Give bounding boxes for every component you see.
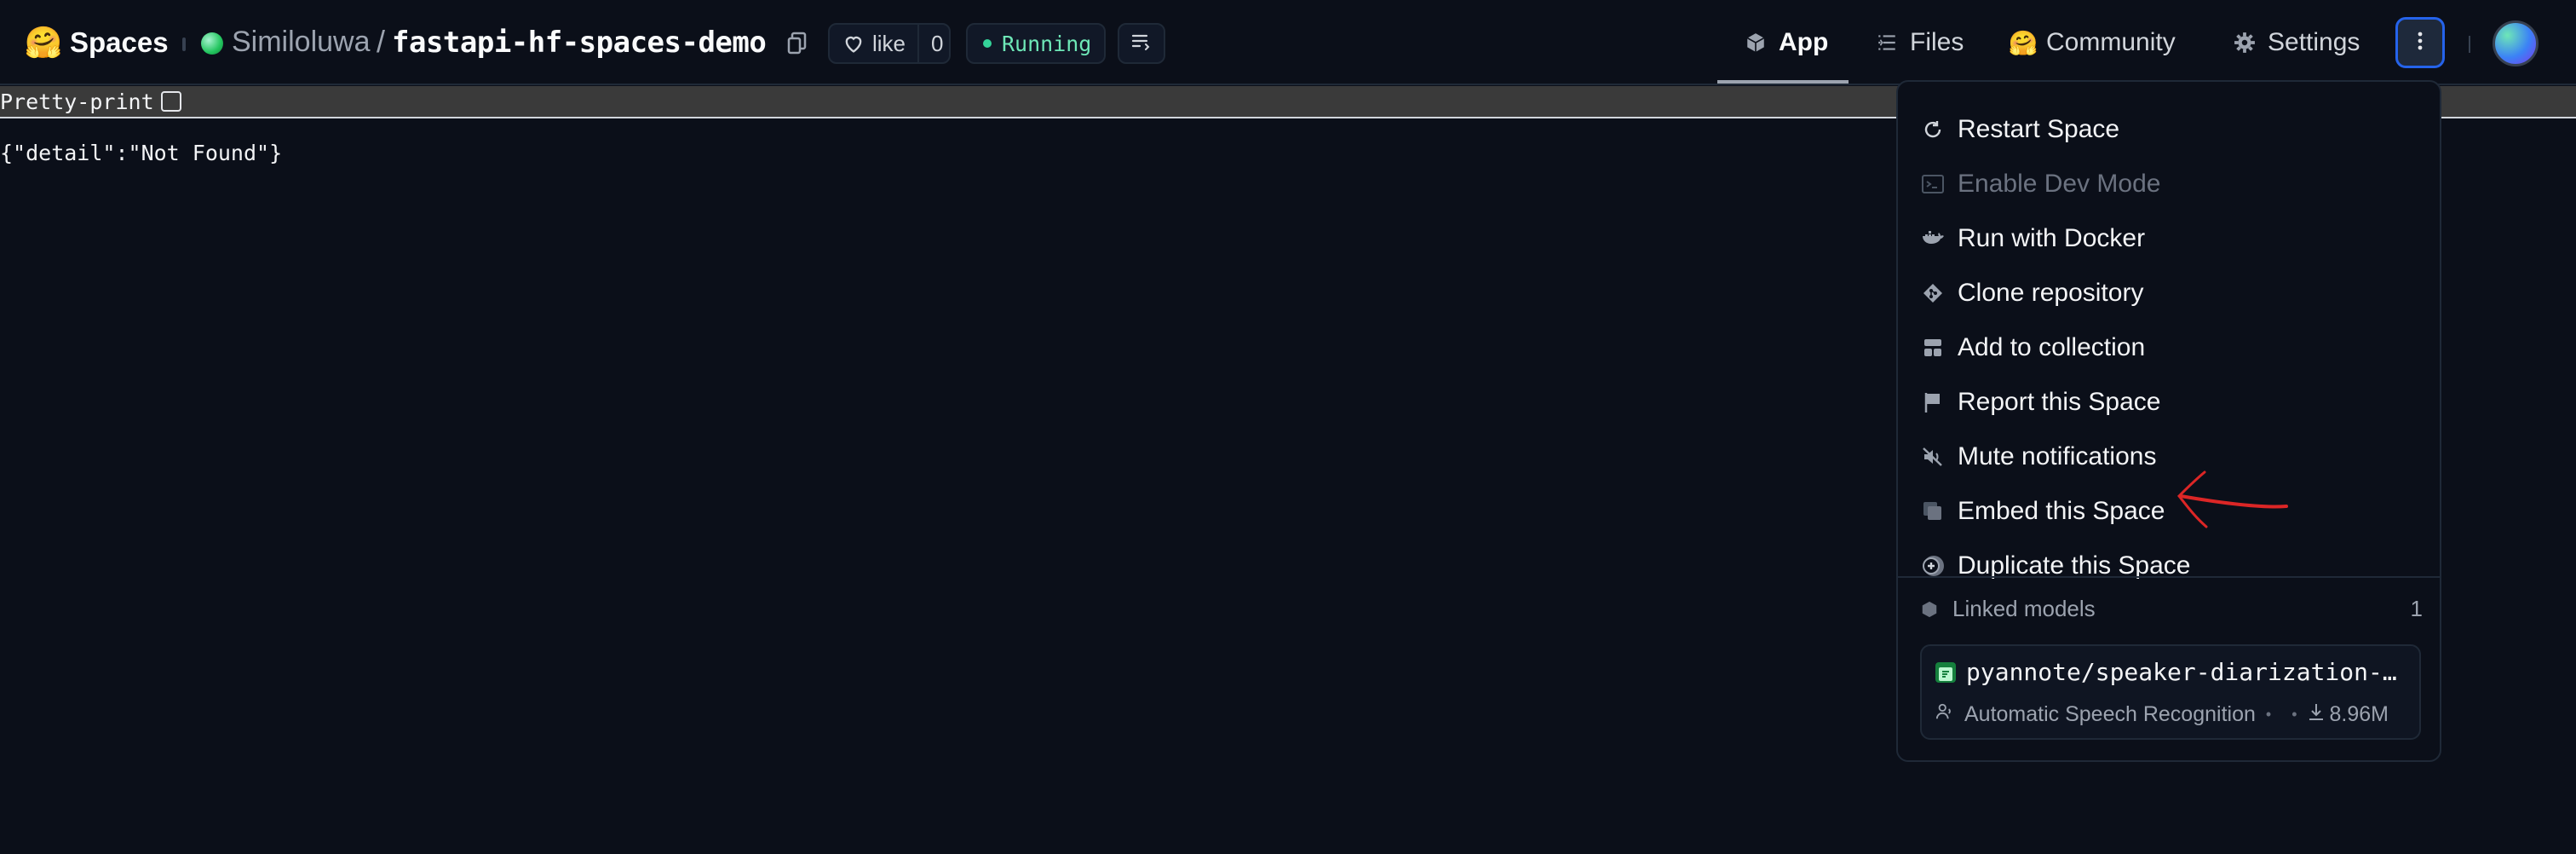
menu-divider [1898,576,2440,578]
menu-item-label: Restart Space [1958,115,2120,143]
pretty-print-checkbox[interactable] [160,91,181,112]
linked-models-label: Linked models [1952,595,2096,621]
mute-icon [1920,444,1946,470]
menu-item-enable-dev-mode: Enable Dev Mode [1898,159,2440,210]
menu-item-duplicate-this-space[interactable]: Duplicate this Space [1898,540,2440,591]
brand-title: Spaces [70,26,169,58]
user-avatar[interactable] [2493,20,2539,66]
menu-item-label: Mute notifications [1958,442,2157,470]
menu-item-label: Embed this Space [1958,497,2165,525]
tab-files-label: Files [1910,28,1964,56]
tab-settings[interactable]: Settings [2232,26,2360,60]
flag-icon [1920,389,1946,415]
task-icon [1935,702,1954,727]
owner-avatar[interactable] [201,32,223,55]
tab-community-label: Community [2046,28,2176,56]
terminal-icon [1920,171,1946,197]
menu-item-mute-notifications[interactable]: Mute notifications [1898,431,2440,482]
status-dot-icon [983,39,992,48]
model-name-row: pyannote/speaker-diarization-… [1935,658,2412,686]
heart-icon [842,32,865,55]
files-icon [1874,30,1900,55]
tab-app-label: App [1779,28,1829,56]
restart-icon [1920,117,1946,142]
like-button[interactable]: like 0 [828,23,951,64]
repo-name-link[interactable]: fastapi-hf-spaces-demo [392,26,767,60]
menu-item-embed-this-space[interactable]: Embed this Space [1898,486,2440,537]
json-response: {"detail":"Not Found"} [0,141,283,165]
meta-separator: • [2291,706,2297,723]
top-header: 🤗 Spaces Similoluwa / fastapi-hf-spaces-… [0,0,2576,85]
model-downloads: 8.96M [2329,702,2389,726]
menu-item-label: Report this Space [1958,388,2161,416]
path-separator: / [377,24,386,59]
logs-icon [1131,33,1152,55]
linked-model-card[interactable]: pyannote/speaker-diarization-… Automatic… [1920,644,2421,740]
menu-item-label: Add to collection [1958,333,2146,361]
menu-item-restart-space[interactable]: Restart Space [1898,104,2440,155]
pretty-print-label: Pretty-print [0,89,154,114]
vertical-dots-icon [2416,31,2424,55]
like-divider [917,24,920,63]
tab-files[interactable]: Files [1874,26,1964,60]
tab-settings-label: Settings [2268,28,2360,56]
tab-app[interactable]: App [1743,26,1828,60]
more-options-menu: Restart Space Enable Dev Mode Run with D… [1896,80,2441,762]
tab-community[interactable]: 🤗 Community [2008,26,2176,60]
linked-models-header: Linked models 1 [1920,591,2423,626]
embed-icon [1920,499,1946,524]
cube-icon [1920,598,1941,619]
menu-item-report-this-space[interactable]: Report this Space [1898,377,2440,428]
menu-item-label: Enable Dev Mode [1958,170,2161,198]
like-label: like [872,30,906,56]
gear-icon [2232,30,2257,55]
annotation-arrow-icon [2176,470,2288,528]
hugging-face-logo-icon: 🤗 [24,25,63,60]
like-count[interactable]: 0 [931,31,943,57]
linked-models-count: 1 [2410,595,2423,621]
model-name: pyannote/speaker-diarization-… [1966,658,2397,686]
menu-item-label: Clone repository [1958,279,2144,307]
download-icon [2308,702,2325,727]
collection-icon [1920,335,1946,361]
owner-link[interactable]: Similoluwa [232,26,371,59]
header-divider-right [2469,36,2470,53]
more-options-button[interactable] [2395,17,2445,68]
status-badge[interactable]: Running [966,23,1106,64]
copy-icon[interactable] [786,31,808,56]
duplicate-icon [1920,553,1946,579]
active-tab-indicator [1717,80,1849,84]
header-divider [182,38,186,51]
menu-item-add-to-collection[interactable]: Add to collection [1898,322,2440,373]
community-emoji-icon: 🤗 [2008,29,2038,56]
menu-item-label: Run with Docker [1958,224,2146,252]
model-task: Automatic Speech Recognition [1964,702,2256,726]
git-icon [1920,280,1946,306]
model-avatar-icon [1935,661,1956,683]
docker-icon [1920,226,1946,251]
spaces-home-link[interactable]: 🤗 Spaces [24,24,169,61]
menu-item-run-with-docker[interactable]: Run with Docker [1898,213,2440,264]
logs-button[interactable] [1118,23,1165,64]
model-meta-row: Automatic Speech Recognition • • 8.96M [1935,702,2389,727]
cube-icon [1743,30,1768,55]
meta-separator: • [2265,706,2272,723]
menu-item-clone-repository[interactable]: Clone repository [1898,268,2440,319]
status-text: Running [1002,31,1092,56]
